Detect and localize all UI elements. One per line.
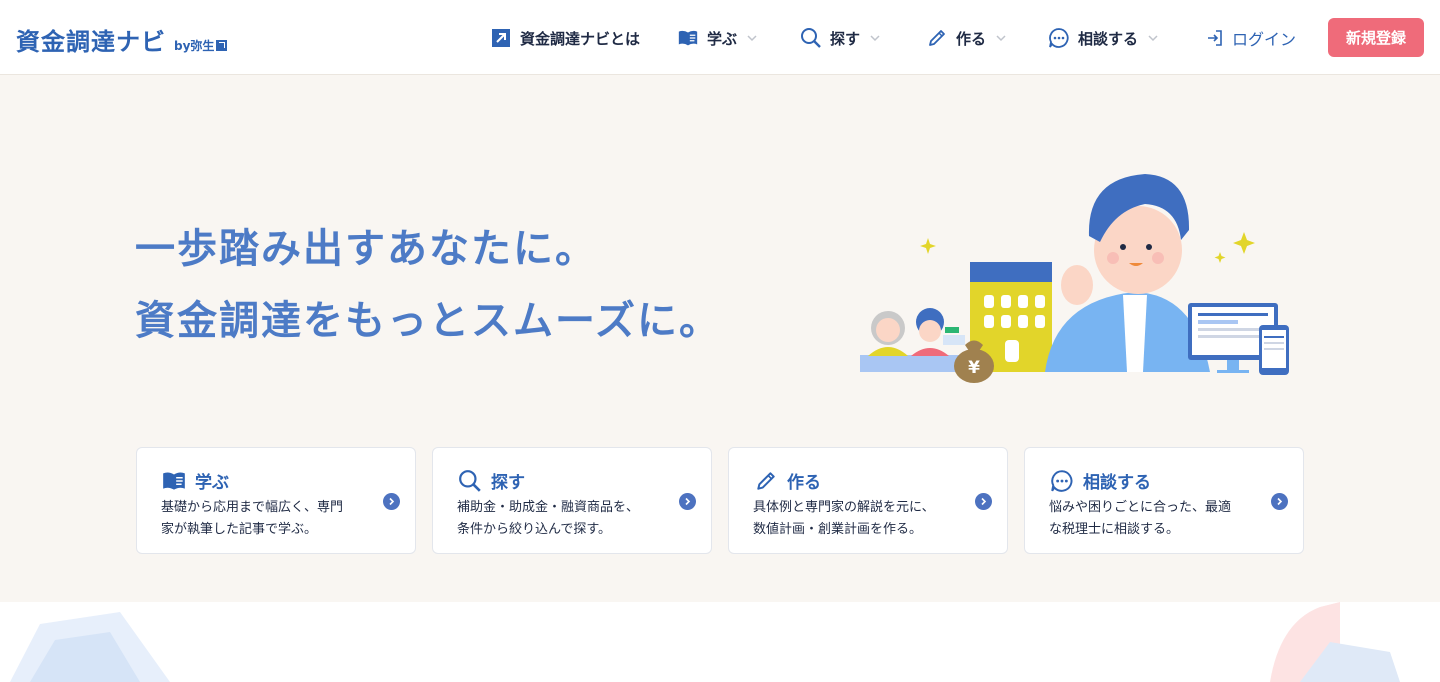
nav-learn-label: 学ぶ (707, 29, 738, 48)
search-icon (800, 27, 822, 49)
logo-byline-text: by弥生 (174, 39, 215, 53)
login-icon (1204, 27, 1226, 49)
card-description: 基礎から応用まで幅広く、専門 家が執筆した記事で学ぶ。 (161, 497, 379, 541)
pencil-icon (753, 469, 779, 493)
card-desc-line: 条件から絞り込んで探す。 (457, 522, 612, 537)
card-description: 悩みや困りごとに合った、最適 な税理士に相談する。 (1049, 497, 1267, 541)
chevron-down-icon (745, 31, 759, 45)
logo-byline: by弥生 (174, 37, 228, 54)
card-title: 探す (491, 473, 525, 493)
login-link[interactable]: ログイン (1204, 26, 1296, 50)
chevron-right-icon (383, 493, 400, 510)
chevron-right-icon (679, 493, 696, 510)
decorative-illustration (10, 602, 1400, 682)
chevron-right-icon (1271, 493, 1288, 510)
chevron-down-icon (1146, 31, 1160, 45)
nav-search[interactable]: 探す (800, 26, 882, 50)
chat-bubble-icon (1048, 27, 1070, 49)
sparkle-icon (1233, 232, 1255, 254)
card-description: 具体例と専門家の解説を元に、 数値計画・創業計画を作る。 (753, 497, 971, 541)
card-title: 学ぶ (195, 473, 229, 493)
feature-card-create[interactable]: 作る 具体例と専門家の解説を元に、 数値計画・創業計画を作る。 (728, 447, 1008, 554)
next-section (0, 602, 1440, 682)
sparkle-icon (920, 238, 936, 254)
chevron-down-icon (868, 31, 882, 45)
feature-card-consult[interactable]: 相談する 悩みや困りごとに合った、最適 な税理士に相談する。 (1024, 447, 1304, 554)
site-logo[interactable]: 資金調達ナビ by弥生 (16, 22, 228, 57)
nav-create-label: 作る (956, 29, 987, 48)
site-header: 資金調達ナビ by弥生 資金調達ナビとは 学ぶ 探す 作る 相談する ログイン … (0, 0, 1440, 75)
book-icon (161, 469, 187, 493)
logo-title: 資金調達ナビ (16, 28, 166, 56)
card-desc-line: 基礎から応用まで幅広く、専門 (161, 500, 344, 515)
feature-card-learn[interactable]: 学ぶ 基礎から応用まで幅広く、専門 家が執筆した記事で学ぶ。 (136, 447, 416, 554)
card-desc-line: 具体例と専門家の解説を元に、 (753, 500, 935, 515)
hero-title-line1: 一歩踏み出すあなたに。 (135, 226, 597, 272)
search-icon (457, 469, 483, 493)
nav-about-label: 資金調達ナビとは (520, 29, 641, 48)
chevron-right-icon (975, 493, 992, 510)
card-desc-line: 数値計画・創業計画を作る。 (753, 522, 923, 537)
card-desc-line: 悩みや困りごとに合った、最適 (1049, 500, 1232, 515)
nav-create[interactable]: 作る (926, 26, 1008, 50)
feature-card-search[interactable]: 探す 補助金・助成金・融資商品を、 条件から絞り込んで探す。 (432, 447, 712, 554)
card-desc-line: 補助金・助成金・融資商品を、 (457, 500, 640, 515)
nav-consult[interactable]: 相談する (1048, 26, 1160, 50)
hero-title-line2: 資金調達をもっとスムーズに。 (135, 298, 721, 344)
login-label: ログイン (1232, 30, 1297, 49)
yen-sign: ¥ (968, 358, 980, 378)
chevron-down-icon (994, 31, 1008, 45)
yayoi-mark-icon (216, 40, 228, 51)
card-description: 補助金・助成金・融資商品を、 条件から絞り込んで探す。 (457, 497, 675, 541)
nav-consult-label: 相談する (1078, 29, 1139, 48)
hero-illustration: ¥ (860, 174, 1289, 383)
nav-about[interactable]: 資金調達ナビとは (490, 26, 640, 50)
chat-bubble-icon (1049, 469, 1075, 493)
card-title: 相談する (1083, 473, 1151, 493)
sparkle-icon (1214, 252, 1226, 263)
card-desc-line: 家が執筆した記事で学ぶ。 (161, 522, 318, 537)
nav-search-label: 探す (830, 29, 861, 48)
pencil-icon (926, 27, 948, 49)
signup-button[interactable]: 新規登録 (1328, 18, 1424, 57)
external-arrow-icon (490, 27, 512, 49)
nav-learn[interactable]: 学ぶ (677, 26, 759, 50)
card-title: 作る (787, 473, 821, 493)
book-icon (677, 27, 699, 49)
card-desc-line: な税理士に相談する。 (1049, 522, 1180, 537)
hero-section: 一歩踏み出すあなたに。 資金調達をもっとスムーズに。 ¥ 学ぶ 基礎から応用まで… (0, 75, 1440, 602)
